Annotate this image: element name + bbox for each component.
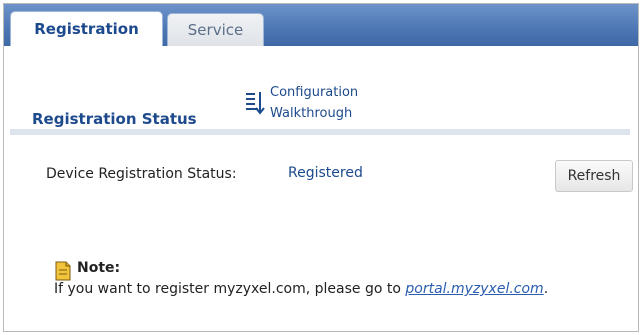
registration-panel: Registration Service Configuration Walkt… [3, 3, 639, 332]
note-title: Note: [77, 260, 121, 276]
note-icon [55, 261, 71, 281]
portal-link[interactable]: portal.myzyxel.com [405, 281, 543, 297]
walkthrough-list-icon [246, 92, 265, 115]
note-text-after: . [543, 281, 549, 297]
note-text-before: If you want to register myzyxel.com, ple… [54, 281, 406, 297]
walkthrough-line-2: Walkthrough [270, 106, 353, 121]
tab-service-label: Service [187, 21, 244, 39]
device-registration-status-value: Registered [288, 165, 363, 181]
section-divider [10, 129, 630, 135]
refresh-button[interactable]: Refresh [555, 160, 633, 192]
note-text: If you want to register myzyxel.com, ple… [54, 281, 548, 297]
configuration-walkthrough-link[interactable]: Configuration Walkthrough [244, 82, 358, 124]
device-registration-status-label: Device Registration Status: [46, 166, 237, 182]
walkthrough-line-1: Configuration [270, 85, 359, 100]
tab-registration-label: Registration [34, 20, 139, 38]
tab-registration[interactable]: Registration [10, 11, 163, 46]
tab-bar: Registration Service [4, 4, 638, 46]
tab-service[interactable]: Service [167, 13, 264, 46]
section-title: Registration Status [32, 110, 197, 128]
